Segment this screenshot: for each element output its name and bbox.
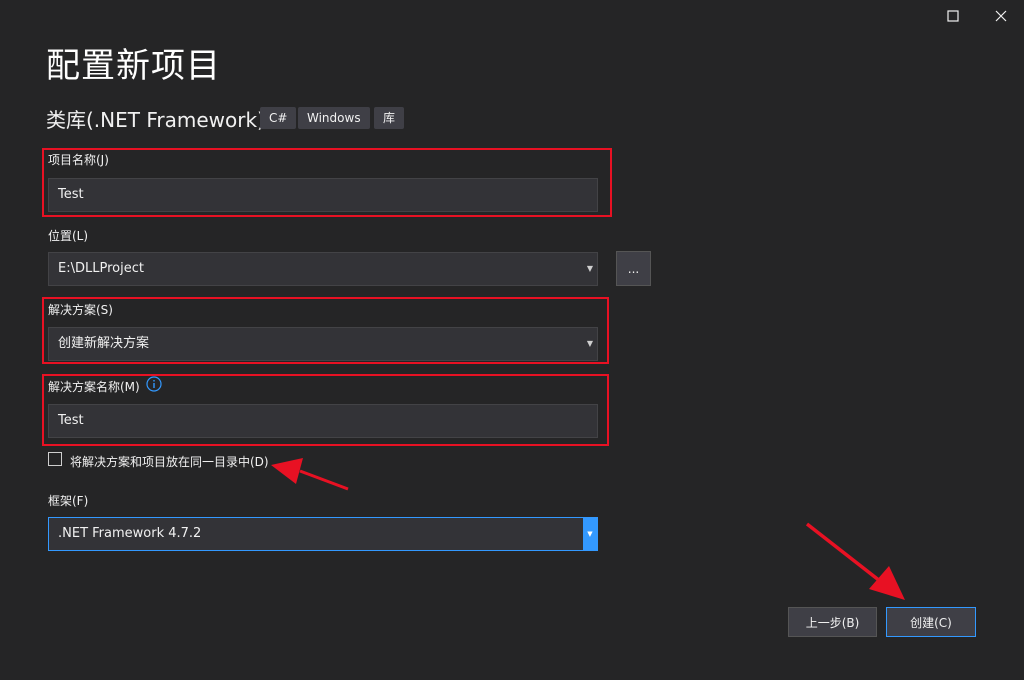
annotation-arrows <box>271 458 905 600</box>
arrow-annotation-checkbox <box>271 458 349 491</box>
arrow-annotation-create <box>805 522 905 600</box>
